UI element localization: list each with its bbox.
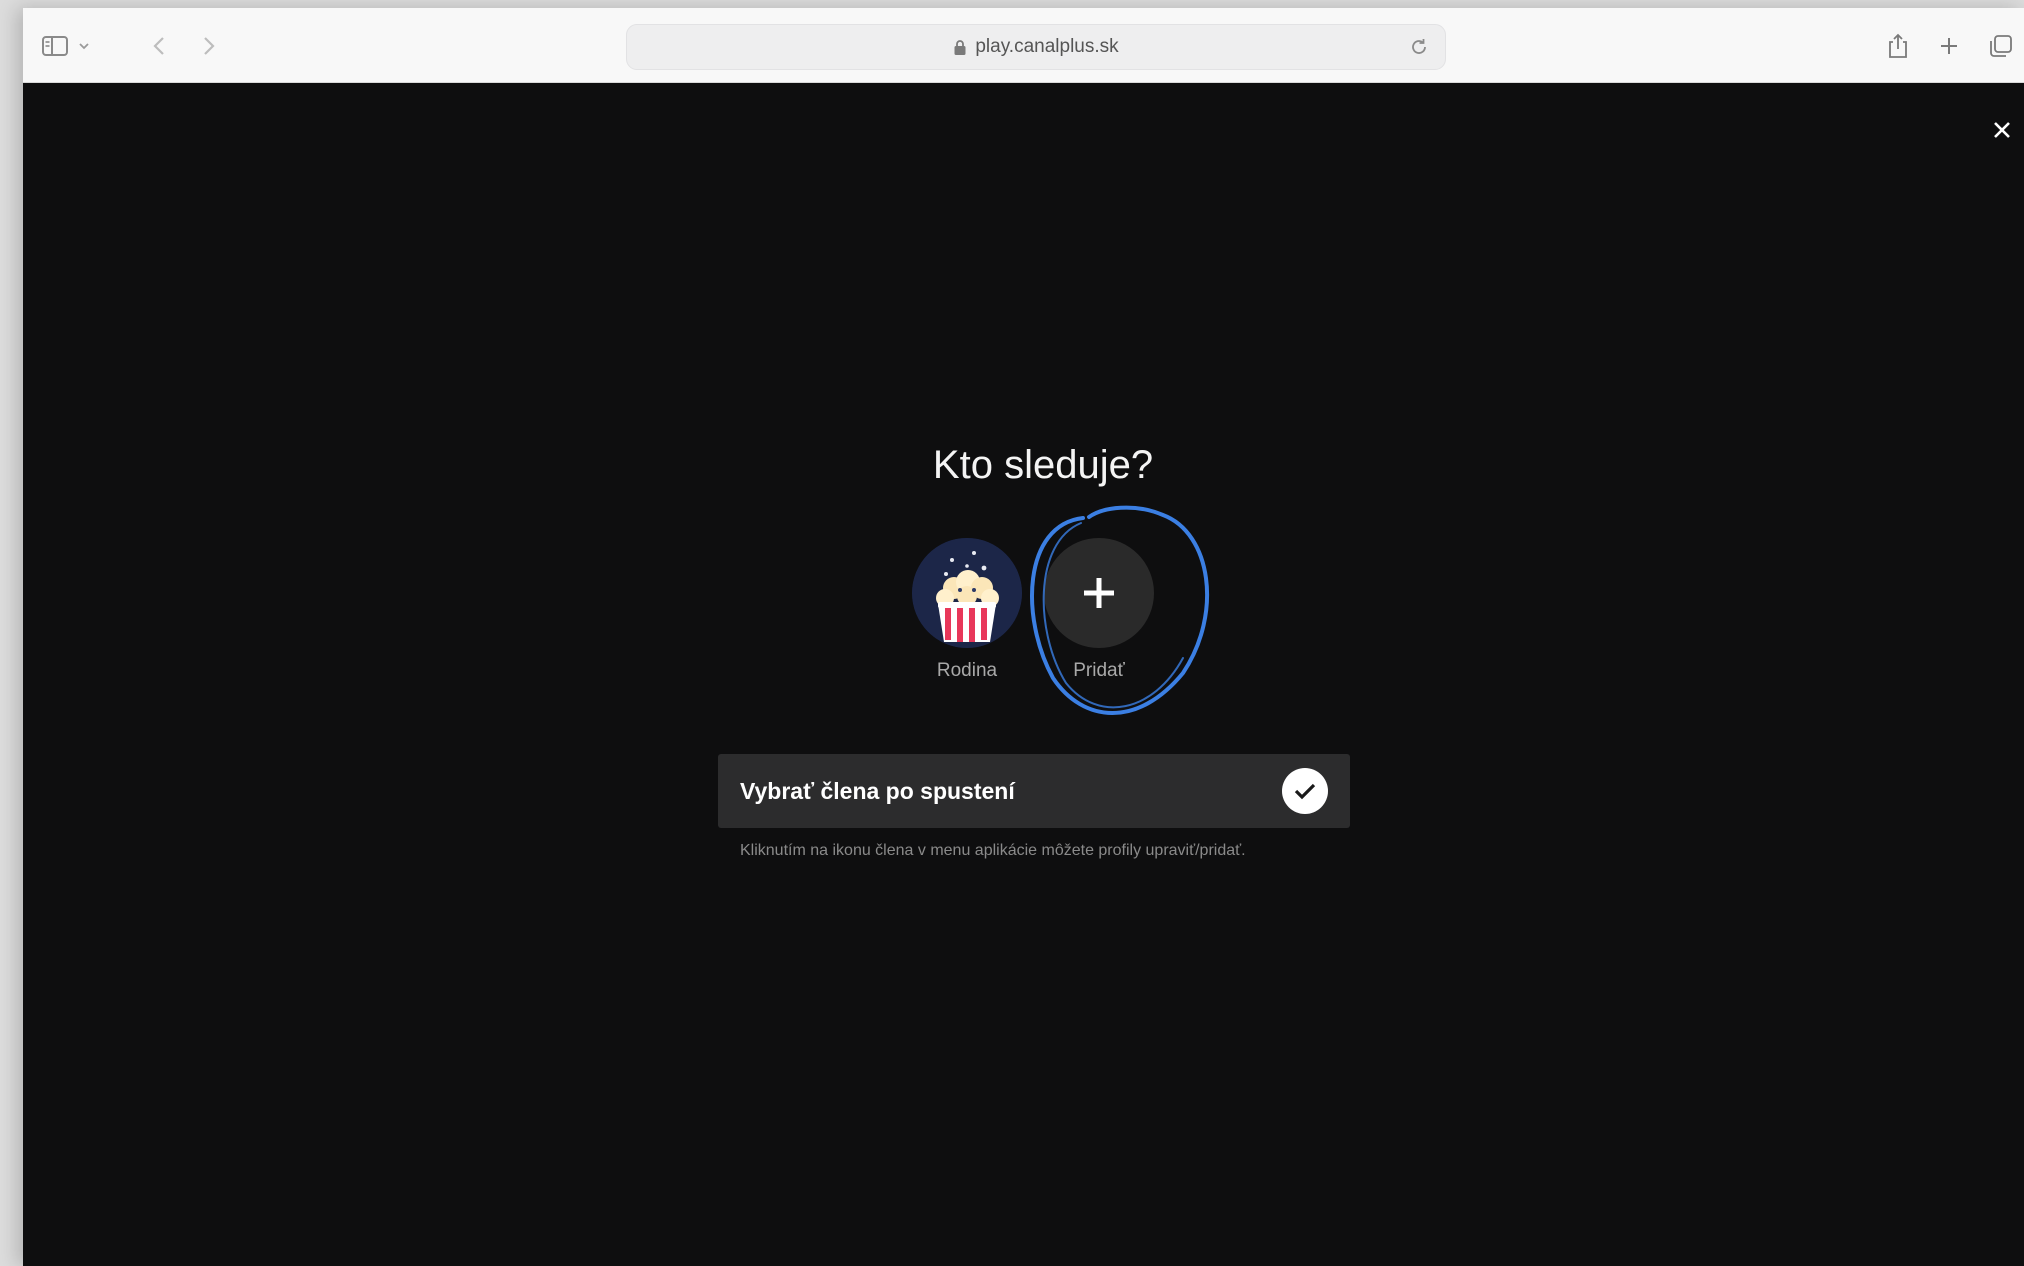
- hint-text: Kliknutím na ikonu člena v menu aplikáci…: [740, 842, 1246, 859]
- page-title: Kto sleduje?: [932, 443, 1154, 487]
- profile-label-rodina: Rodina: [936, 660, 998, 681]
- annotation-circle: [1030, 505, 1210, 715]
- share-icon[interactable]: [1882, 30, 1914, 62]
- popcorn-avatar-icon: [912, 538, 1022, 648]
- url-text: play.canalplus.sk: [975, 36, 1119, 57]
- lock-icon: [954, 39, 966, 55]
- forward-icon[interactable]: [193, 30, 225, 62]
- new-tab-icon[interactable]: [1933, 30, 1965, 62]
- checkmark-icon[interactable]: [1282, 768, 1328, 814]
- chevron-down-icon[interactable]: [75, 30, 93, 62]
- browser-window: play.canalplus.sk Kto sleduje? Rodina Pr…: [23, 8, 2024, 1266]
- address-bar[interactable]: play.canalplus.sk: [626, 24, 1446, 70]
- toggle-label: Vybrať člena po spustení: [740, 778, 1015, 804]
- select-member-toggle[interactable]: Vybrať člena po spustení: [718, 754, 1350, 828]
- close-button[interactable]: [1982, 110, 2022, 150]
- add-profile-avatar: [1044, 538, 1154, 648]
- tab-overview-icon[interactable]: [1985, 30, 2017, 62]
- sidebar-toggle-icon[interactable]: [39, 30, 71, 62]
- add-profile-button[interactable]: Pridať: [1044, 538, 1154, 682]
- browser-toolbar: play.canalplus.sk: [23, 8, 2024, 83]
- profile-rodina[interactable]: Rodina: [912, 538, 1022, 682]
- reload-icon[interactable]: [1407, 35, 1431, 59]
- close-icon: [1994, 122, 2010, 138]
- page-content: Kto sleduje? Rodina Pridať Vybrať člena …: [23, 83, 2024, 1266]
- profile-label-add: Pridať: [1073, 660, 1125, 681]
- plus-icon: [1084, 578, 1114, 608]
- back-icon[interactable]: [143, 30, 175, 62]
